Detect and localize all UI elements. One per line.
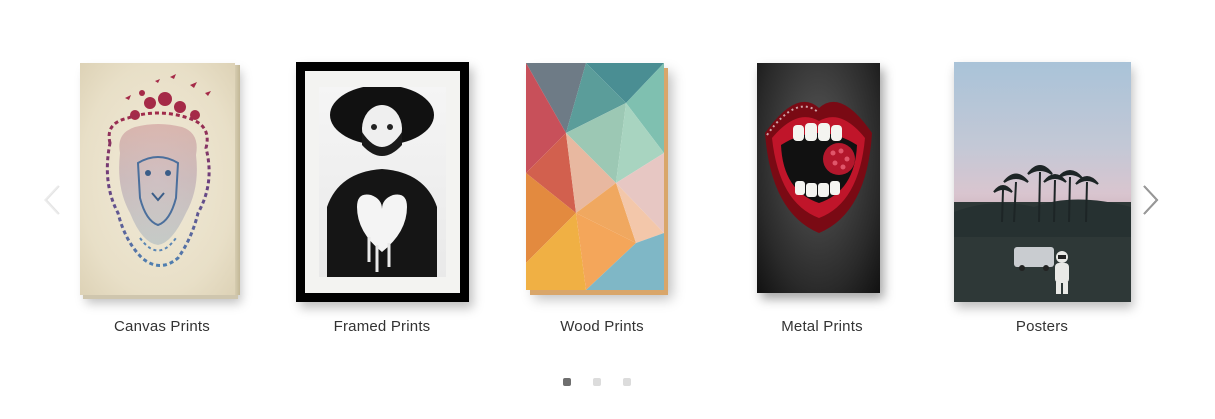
carousel-pagination (563, 378, 631, 386)
chevron-left-icon (43, 185, 60, 215)
canvas-print-image[interactable] (80, 63, 240, 295)
canvas-edge (235, 65, 240, 295)
pagination-dot-3[interactable] (623, 378, 631, 386)
lips-artwork (765, 101, 872, 233)
pagination-dot-1[interactable] (563, 378, 571, 386)
metal-print-image[interactable] (757, 63, 880, 293)
carousel-next-button[interactable] (1138, 180, 1166, 220)
frame-mat (305, 71, 460, 293)
lion-illustration (105, 74, 211, 267)
chevron-right-icon (1143, 185, 1159, 215)
astronaut-scene (954, 165, 1131, 302)
low-poly-artwork (526, 63, 664, 290)
item-label[interactable]: Wood Prints (502, 318, 702, 335)
item-label[interactable]: Metal Prints (722, 318, 922, 335)
item-label[interactable]: Canvas Prints (62, 318, 262, 335)
pagination-dot-2[interactable] (593, 378, 601, 386)
item-label[interactable]: Framed Prints (282, 318, 482, 335)
item-label[interactable]: Posters (942, 318, 1142, 335)
poster-image[interactable] (954, 62, 1131, 302)
wood-print-image[interactable] (526, 63, 664, 290)
portrait-photo (319, 87, 446, 277)
product-carousel: Canvas Prints Framed Prints Wood Prints … (0, 0, 1215, 419)
framed-print-image[interactable] (296, 62, 469, 302)
carousel-prev-button[interactable] (38, 180, 66, 220)
